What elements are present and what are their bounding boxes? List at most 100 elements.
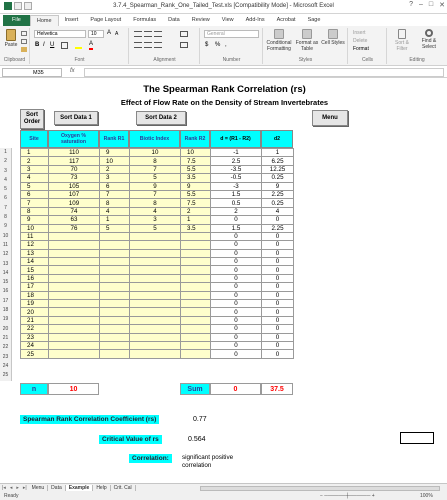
cell-rank-r1[interactable]: 10 [99,156,130,166]
row-number[interactable]: 5 [0,185,11,194]
cell-oxygen[interactable] [48,307,100,317]
cell-oxygen[interactable]: 63 [48,215,100,225]
cell-site[interactable]: 23 [20,332,49,343]
row-number[interactable]: 8 [0,213,11,222]
cell-oxygen[interactable]: 76 [48,223,100,233]
cell-oxygen[interactable]: 117 [48,156,100,166]
font-size-select[interactable]: 10 [88,30,104,38]
cell-d-squared[interactable]: 0 [261,240,294,250]
cell-d[interactable]: 2 [210,206,262,217]
cell-d[interactable]: 0 [210,307,262,317]
italic-icon[interactable]: I [43,42,45,48]
row-number[interactable]: 9 [0,222,11,231]
align-right-icon[interactable] [154,42,162,48]
borders-icon[interactable] [61,42,68,49]
cell-site[interactable]: 3 [20,164,49,175]
tab-add-ins[interactable]: Add-Ins [240,15,271,26]
row-number[interactable]: 24 [0,362,11,371]
cell-rank-r2[interactable]: 1 [180,215,211,225]
cell-oxygen[interactable] [48,265,100,275]
cell-d[interactable]: 0 [210,340,262,351]
cell-site[interactable]: 9 [20,215,49,225]
row-number[interactable]: 7 [0,204,11,213]
row-number[interactable]: 15 [0,278,11,287]
row-number[interactable]: 25 [0,371,11,380]
cell-rank-r2[interactable]: 5.5 [180,164,211,175]
cell-site[interactable]: 1 [20,147,49,158]
cell-rank-r1[interactable]: 8 [99,198,130,208]
cell-d[interactable]: 0 [210,332,262,343]
cell-rank-r2[interactable] [180,315,211,326]
cell-site[interactable]: 18 [20,290,49,301]
cell-rank-r1[interactable] [99,290,130,301]
cell-biotic-index[interactable]: 8 [129,156,181,166]
cell-d[interactable]: 0 [210,215,262,225]
cell-site[interactable]: 21 [20,315,49,326]
cell-d-squared[interactable]: 0 [261,282,294,292]
cell-rank-r2[interactable] [180,324,211,334]
cell-rank-r1[interactable]: 6 [99,181,130,191]
cell-d-squared[interactable]: 0.25 [261,173,294,183]
cell-rank-r1[interactable]: 4 [99,206,130,217]
cell-d[interactable]: 0 [210,240,262,250]
cell-d[interactable]: -3.5 [210,164,262,175]
cut-icon[interactable] [21,31,27,36]
font-color-icon[interactable]: A [89,41,94,50]
cell-oxygen[interactable] [48,290,100,301]
cell-site[interactable]: 13 [20,248,49,259]
cell-site[interactable]: 5 [20,181,49,191]
cell-biotic-index[interactable] [129,265,181,275]
cell-biotic-index[interactable]: 5 [129,223,181,233]
cell-biotic-index[interactable]: 3 [129,215,181,225]
cell-biotic-index[interactable]: 10 [129,147,181,158]
cell-biotic-index[interactable] [129,307,181,317]
cell-rank-r1[interactable] [99,248,130,259]
cell-rank-r1[interactable] [99,349,130,359]
tab-acrobat[interactable]: Acrobat [271,15,302,26]
format-painter-icon[interactable] [21,47,27,52]
menu-button[interactable]: Menu [312,110,348,126]
cell-site[interactable]: 16 [20,273,49,284]
cell-d[interactable]: 0 [210,257,262,267]
row-number[interactable]: 22 [0,343,11,352]
row-number[interactable]: 2 [0,157,11,166]
cell-biotic-index[interactable] [129,231,181,242]
close-icon[interactable]: ✕ [439,1,445,9]
cell-d-squared[interactable]: 9 [261,181,294,191]
cell-site[interactable]: 22 [20,324,49,334]
row-number[interactable]: 10 [0,232,11,241]
cell-rank-r2[interactable] [180,307,211,317]
cell-rank-r2[interactable] [180,240,211,250]
merge-center-icon[interactable] [180,42,188,48]
cell-rank-r2[interactable]: 5.5 [180,189,211,200]
cell-rank-r1[interactable] [99,332,130,343]
cell-rank-r2[interactable]: 7.5 [180,198,211,208]
cell-oxygen[interactable]: 74 [48,206,100,217]
cell-rank-r2[interactable] [180,340,211,351]
format-cells-button[interactable]: Format [353,46,369,52]
cell-oxygen[interactable] [48,332,100,343]
delete-cells-button[interactable]: Delete [353,38,367,44]
cell-oxygen[interactable]: 105 [48,181,100,191]
function-icon[interactable]: fx [70,68,75,74]
cell-biotic-index[interactable] [129,240,181,250]
cell-biotic-index[interactable] [129,248,181,259]
row-number[interactable]: 1 [0,148,11,157]
cell-rank-r1[interactable] [99,315,130,326]
maximize-icon[interactable]: □ [429,1,433,9]
cell-site[interactable]: 10 [20,223,49,233]
tab-file[interactable]: File [3,15,30,26]
cell-biotic-index[interactable]: 5 [129,173,181,183]
cell-biotic-index[interactable]: 8 [129,198,181,208]
cell-rank-r1[interactable] [99,307,130,317]
row-number[interactable]: 17 [0,297,11,306]
format-as-table-button[interactable]: Format as Table [294,29,320,52]
sheet-tab-menu[interactable]: Menu [29,485,49,491]
cell-biotic-index[interactable] [129,315,181,326]
tab-data[interactable]: Data [162,15,186,26]
cell-site[interactable]: 8 [20,206,49,217]
cell-rank-r2[interactable] [180,248,211,259]
tab-sage[interactable]: Sage [302,15,327,26]
cell-rank-r2[interactable]: 2 [180,206,211,217]
cell-rank-r2[interactable]: 10 [180,147,211,158]
